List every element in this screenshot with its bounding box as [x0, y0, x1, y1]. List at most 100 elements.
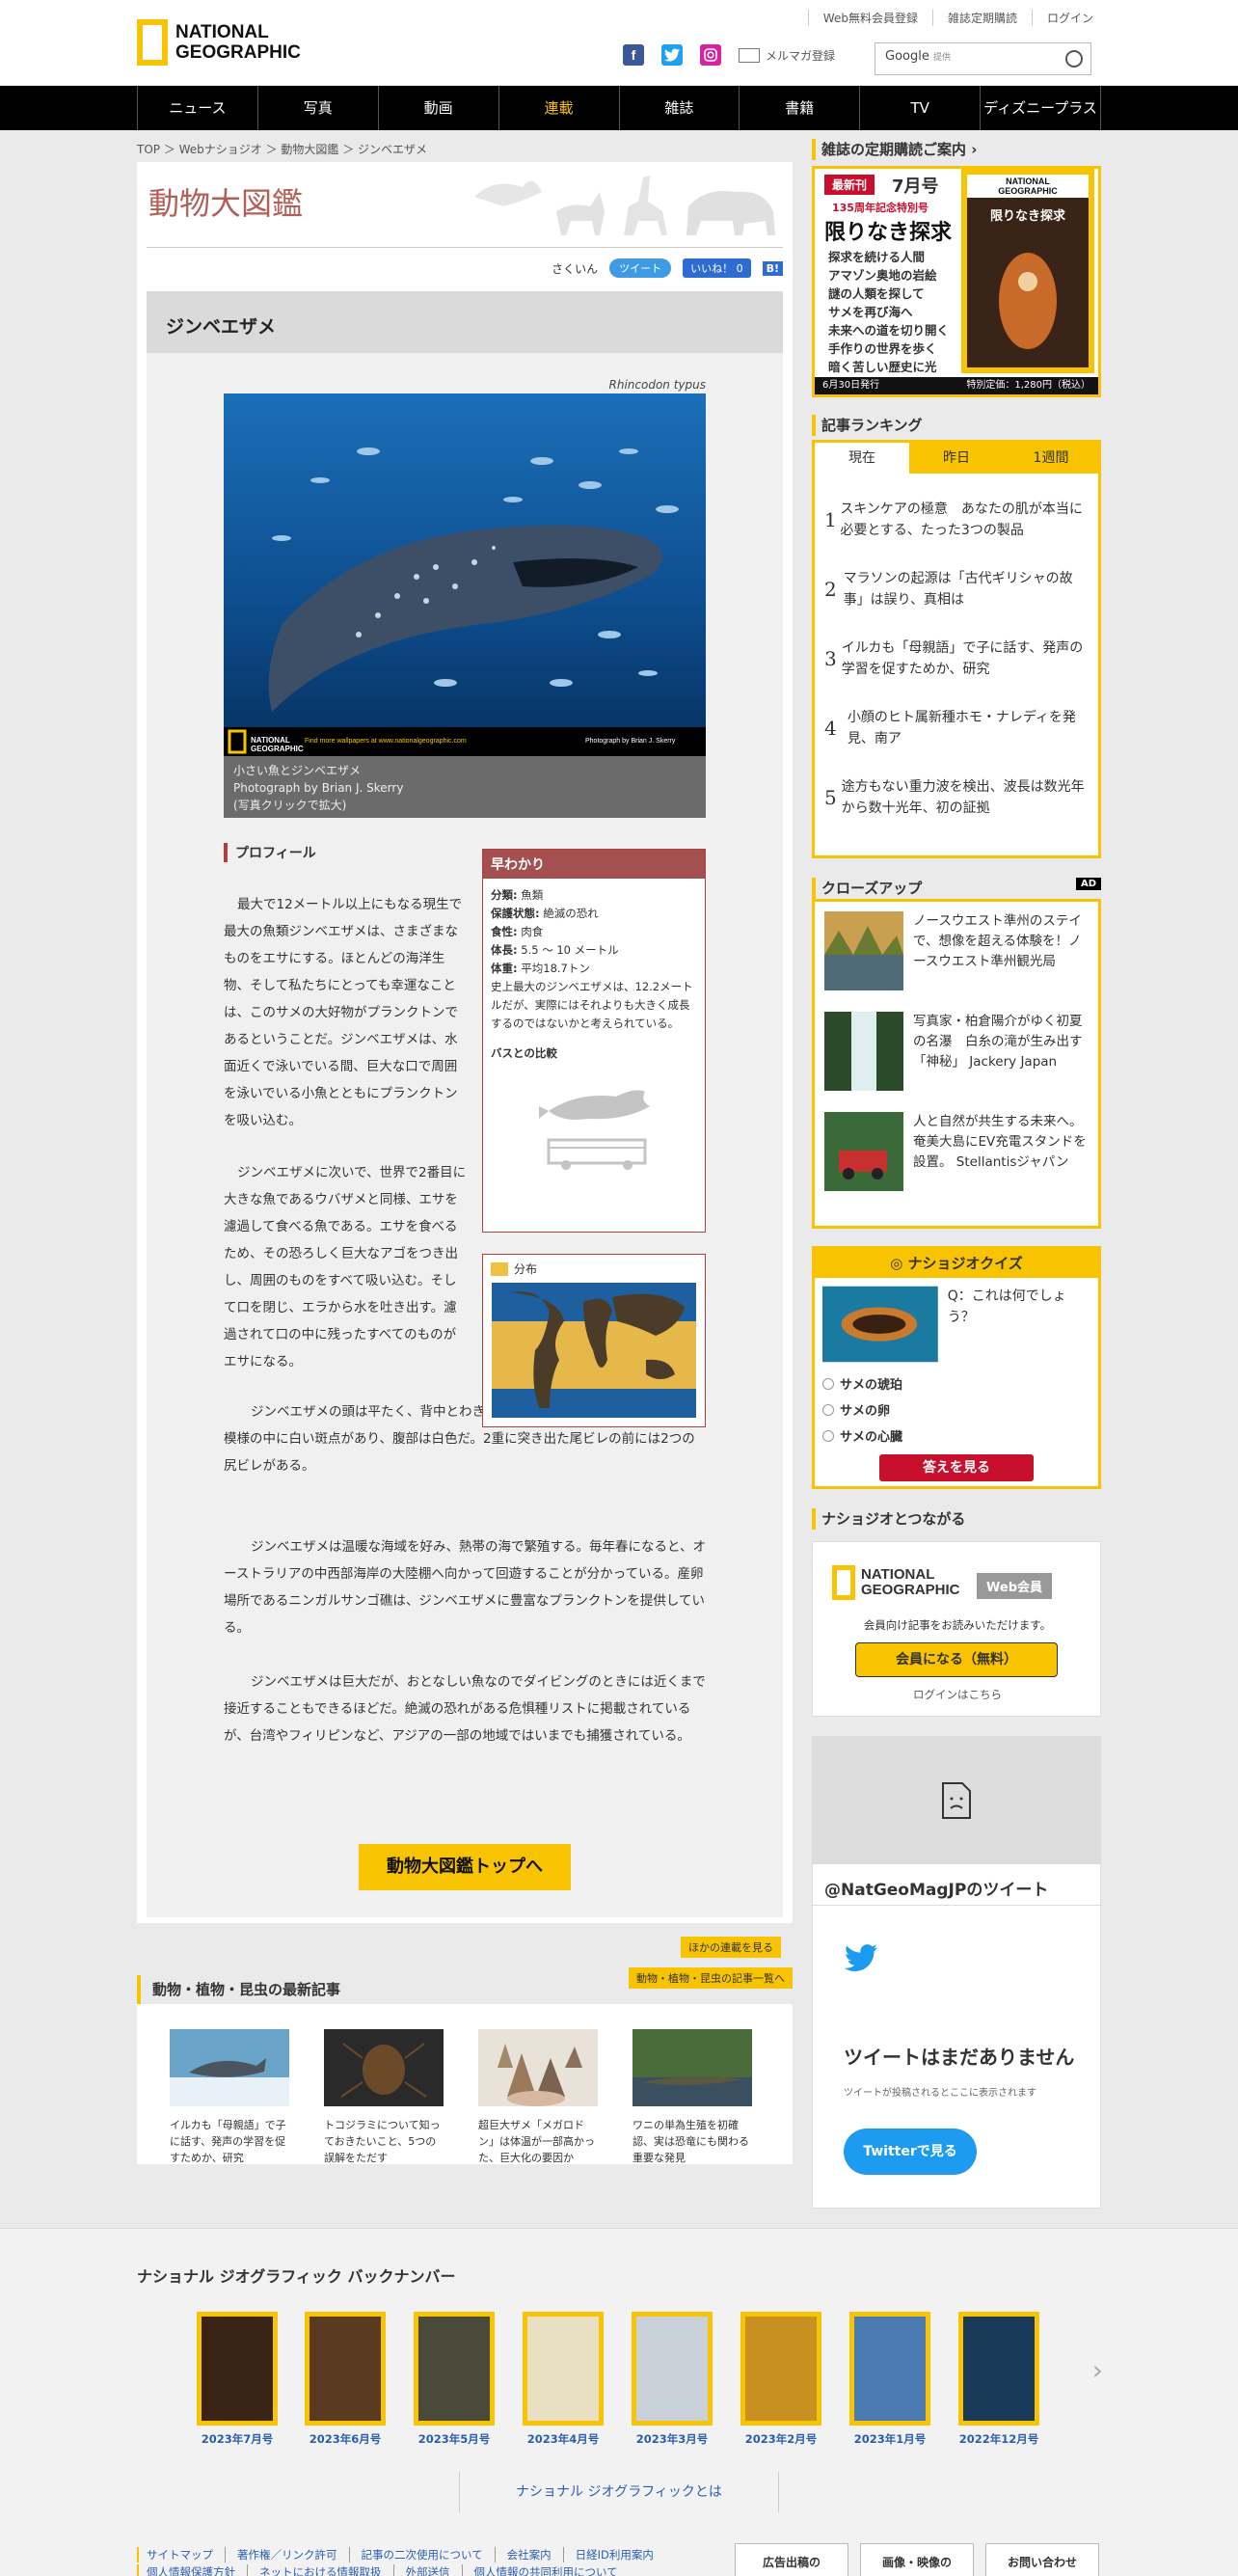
register-link[interactable]: Web無料会員登録 [807, 10, 932, 26]
backnumber-cover[interactable] [958, 2312, 1039, 2426]
footer-link[interactable]: サイトマップ [137, 2547, 225, 2562]
hatena-button[interactable]: B! [762, 260, 783, 276]
distribution-map [492, 1283, 696, 1418]
footer-link[interactable]: 会社案内 [494, 2547, 563, 2562]
backnumber-cover[interactable] [523, 2312, 604, 2426]
magazine-subscribe-box[interactable]: 最新刊 7月号 135周年記念特別号 限りなき探求 探求を続ける人間 アマゾン奥地… [812, 166, 1101, 397]
footer-link[interactable]: 個人情報保護方針 [137, 2564, 247, 2576]
backnumber-label[interactable]: 2023年2月号 [740, 2431, 821, 2447]
backnumber-cover[interactable] [414, 2312, 495, 2426]
backnumber-label[interactable]: 2023年1月号 [849, 2431, 930, 2447]
ad-inquiry-button[interactable]: 広告出稿の [735, 2543, 848, 2576]
about-natgeo-link[interactable]: ナショナル ジオグラフィックとは [459, 2472, 779, 2512]
footer-link[interactable]: 著作権／リンク許可 [225, 2547, 349, 2562]
view-on-twitter-button[interactable]: Twitterで見る [844, 2129, 977, 2175]
nav-video[interactable]: 動画 [377, 86, 498, 130]
backnumber-cover[interactable] [849, 2312, 930, 2426]
ranking-item[interactable]: 5 途方もない重力波を検出、波長は数光年から数十光年、初の証拠 [815, 763, 1098, 832]
backnumber-cover[interactable] [305, 2312, 386, 2426]
quiz-answer-button[interactable]: 答えを見る [879, 1454, 1034, 1481]
more-rensai-link[interactable]: ほかの連載を見る [681, 1937, 781, 1958]
article-body: ジンベエザメ Rhincodon typus NATIONAL GEOGRAPH… [147, 291, 783, 1917]
quiz-option[interactable]: サメの卵 [815, 1396, 1098, 1423]
footer-link[interactable]: 個人情報の共同利用について [461, 2564, 630, 2576]
breadcrumb[interactable]: TOP ＞ Webナショジオ ＞ 動物大図鑑 ＞ ジンベエザメ [137, 141, 427, 157]
instagram-icon[interactable] [700, 44, 721, 66]
nav-news[interactable]: ニュース [137, 86, 257, 130]
ranking-item[interactable]: 2 マラソンの起源は「古代ギリシャの故事」は誤り、真相は [815, 555, 1098, 624]
backnumber-cover[interactable] [740, 2312, 821, 2426]
tweet-button[interactable]: ツイート [609, 258, 672, 278]
issue-title: 限りなき探求 [824, 221, 953, 245]
new-issue-badge: 最新刊 [824, 175, 875, 195]
nav-tv[interactable]: TV [859, 86, 980, 130]
nav-books[interactable]: 書籍 [739, 86, 859, 130]
ranking-item[interactable]: 3 イルカも「母親語」で子に話す、発声の学習を促すためか、研究 [815, 624, 1098, 693]
tweets-empty-sub: ツイートが投稿されるとここに表示されます [844, 2088, 1036, 2099]
search-icon[interactable] [1065, 50, 1083, 68]
latest-item[interactable]: トコジラミについて知っておきたいこと、5つの誤解をただす [324, 2029, 444, 2166]
nav-disney[interactable]: ディズニープラス [980, 86, 1101, 130]
backnumber-cover[interactable] [632, 2312, 713, 2426]
bus-comparison-title: バスとの比較 [491, 1046, 557, 1060]
nav-photo[interactable]: 写真 [256, 86, 378, 130]
closeup-item[interactable]: 写真家・柏倉陽介がゆく初夏の名瀑 白糸の滝が生み出す「神秘」 Jackery J… [815, 1002, 1098, 1102]
backnumber-label[interactable]: 2023年3月号 [632, 2431, 713, 2447]
page-title[interactable]: 動物大図鑑 [148, 179, 303, 224]
backnumber-label[interactable]: 2023年6月号 [305, 2431, 386, 2447]
quiz-option[interactable]: サメの琥珀 [815, 1370, 1098, 1396]
latest-all-link[interactable]: 動物・植物・昆虫の記事一覧へ [629, 1967, 793, 1989]
like-button[interactable]: いいね！ 0 [683, 258, 751, 278]
media-inquiry-button[interactable]: 画像・映像の [860, 2543, 974, 2576]
latest-item[interactable]: 超巨大ザメ「メガロドン」は体温が一部高かった、巨大化の要因か [478, 2029, 598, 2166]
backnumber-cover[interactable] [197, 2312, 278, 2426]
backnumber-label[interactable]: 2023年4月号 [523, 2431, 604, 2447]
nav-magazine[interactable]: 雑誌 [618, 86, 740, 130]
backnumber-label[interactable]: 2022年12月号 [958, 2431, 1039, 2447]
footer-link[interactable]: ネットにおける情報取扱 [247, 2564, 393, 2576]
latest-item[interactable]: イルカも「母親語」で子に話す、発声の学習を促すためか、研究 [170, 2029, 289, 2166]
tab-now[interactable]: 現在 [815, 443, 909, 474]
latest-item-title: ワニの単為生殖を初確認、実は恐竜にも関わる重要な発見 [632, 2119, 749, 2164]
latest-item[interactable]: ワニの単為生殖を初確認、実は恐竜にも関わる重要な発見 [632, 2029, 752, 2166]
fact-row: 分類: 魚類 [491, 888, 544, 902]
backnumber-label[interactable]: 2023年5月号 [414, 2431, 495, 2447]
whale-shark-photo[interactable]: NATIONAL GEOGRAPHIC Find more wallpapers… [224, 393, 706, 756]
twitter-handle[interactable]: @NatGeoMagJPのツイート [824, 1876, 1048, 1900]
quiz-option[interactable]: サメの心臓 [815, 1423, 1098, 1449]
closeup-item[interactable]: 人と自然が共生する未来へ。奄美大島にEV充電スタンドを設置。 Stellanti… [815, 1102, 1098, 1203]
quiz-heading: ◎ ナショジオクイズ [815, 1249, 1098, 1278]
footer-link[interactable]: 記事の二次使用について [348, 2547, 495, 2562]
social-links: f メルマガ登録 [623, 44, 835, 66]
join-button[interactable]: 会員になる（無料） [855, 1642, 1058, 1677]
logo-line1: NATIONAL [175, 22, 269, 42]
fact-row: 保護状態: 絶滅の恐れ [491, 907, 599, 920]
login-link[interactable]: ログイン [1031, 10, 1093, 26]
tab-week[interactable]: 1週間 [1004, 443, 1098, 474]
zukan-top-button[interactable]: 動物大図鑑トップへ [359, 1844, 571, 1890]
index-link[interactable]: さくいん [552, 260, 598, 277]
search-input[interactable]: Google 提供 [875, 42, 1091, 75]
site-logo[interactable]: NATIONAL GEOGRAPHIC [137, 19, 301, 66]
distribution-box: 分布 [482, 1254, 706, 1427]
subscribe-link[interactable]: 雑誌定期購読 [931, 10, 1032, 26]
closeup-item[interactable]: ノースウエスト準州のステイで、想像を超える体験を！ノースウエスト準州観光局 [815, 902, 1098, 1002]
footer-link[interactable]: 外部送信 [392, 2564, 462, 2576]
backnumber-label[interactable]: 2023年7月号 [197, 2431, 278, 2447]
facebook-icon[interactable]: f [623, 44, 644, 66]
tab-yesterday[interactable]: 昨日 [909, 443, 1004, 474]
footer-link[interactable]: 日経ID利用案内 [562, 2547, 665, 2562]
body-paragraph: ジンベエザメに次いで、世界で2番目に大きな魚であるウバザメと同様、エサを濾過して… [224, 1165, 467, 1369]
chevron-right-icon[interactable]: › [1092, 2354, 1103, 2386]
mailmag-link[interactable]: メルマガ登録 [739, 47, 835, 64]
ranking-item[interactable]: 1 スキンケアの極意 あなたの肌が本当に必要とする、たった3つの製品 [815, 485, 1098, 555]
photo-caption[interactable]: 小さい魚とジンベエザメ Photograph by Brian J. Skerr… [224, 756, 706, 818]
ranking-item[interactable]: 4 小顔のヒト属新種ホモ・ナレディを発見、南ア [815, 693, 1098, 763]
mag-heading[interactable]: 雑誌の定期購読ご案内 › [812, 139, 1101, 160]
contact-button[interactable]: お問い合わせ [985, 2543, 1099, 2576]
mail-icon [739, 47, 760, 63]
twitter-icon[interactable] [661, 44, 683, 66]
login-link[interactable]: ログインはこちら [813, 1687, 1102, 1702]
crocodile-thumb [632, 2029, 752, 2106]
nav-rensai[interactable]: 連載 [498, 86, 619, 130]
